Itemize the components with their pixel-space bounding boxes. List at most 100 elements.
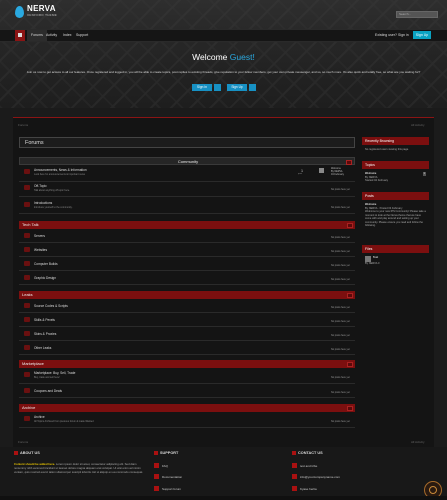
forum-desc: Look here for announcements & important …	[34, 173, 85, 176]
forum-icon	[24, 169, 30, 174]
forum-row[interactable]: Source Codes & Scripts No posts here yet	[19, 301, 355, 313]
forum-icon	[24, 317, 30, 322]
forum-name[interactable]: Archive	[34, 415, 45, 419]
forum-row[interactable]: Coupons and Deals No posts here yet	[19, 386, 355, 398]
category-header-tech-talk[interactable]: Tech Talk	[19, 221, 355, 229]
hero-sign-in-button[interactable]: Sign In	[192, 84, 212, 91]
tab-activity[interactable]: Activity	[46, 33, 57, 37]
forum-name[interactable]: Graphic Design	[34, 276, 56, 280]
hero-sign-up-button[interactable]: Sign Up	[227, 84, 247, 91]
forum-row[interactable]: Other Leaks No posts here yet	[19, 343, 355, 355]
footer-contact-item[interactable]: info@yourcompanyname.com	[292, 474, 340, 479]
forum-row[interactable]: Marketplace: Buy, Sell, Trade Buy, trade …	[19, 370, 355, 384]
footer-about: ABOUT US	[14, 451, 40, 455]
widget-body[interactable]: Welcome By NERVA · Posted 04 February Welc…	[362, 200, 429, 231]
forum-name[interactable]: Other Leaks	[34, 346, 51, 350]
forum-desc: Buy, trade and sell here!	[34, 376, 60, 379]
forum-icon	[24, 247, 30, 252]
tab-index[interactable]: Index	[63, 33, 72, 37]
hero-sign-up-alt-icon[interactable]	[249, 84, 256, 91]
footer-link-faq[interactable]: FAQ	[154, 463, 168, 468]
forum-row[interactable]: Servers No posts here yet	[19, 231, 355, 243]
location-icon	[292, 486, 297, 491]
activity-link-bottom[interactable]: All Activity	[411, 440, 425, 444]
forum-row[interactable]: Computer Builds No posts here yet	[19, 259, 355, 271]
forum-icon	[24, 261, 30, 266]
forum-row[interactable]: Announcements, News & Information Look h…	[19, 167, 355, 182]
forum-name[interactable]: Introductions	[34, 201, 52, 205]
sign-up-button[interactable]: Sign Up	[413, 31, 431, 39]
category-header-community[interactable]: Community	[19, 157, 355, 165]
forum-name[interactable]: Skills & Pexels	[34, 318, 55, 322]
support-icon	[154, 451, 158, 455]
forum-row[interactable]: Introductions Introduce yourself to the …	[19, 200, 355, 214]
forum-row[interactable]: Archive All Topics Archived from previous…	[19, 414, 355, 428]
activity-link-top[interactable]: All Activity	[411, 123, 425, 127]
forum-name[interactable]: Off-Topic	[34, 184, 47, 188]
files-widget: Files Test By NERVA 0	[362, 245, 429, 269]
forum-icon	[24, 372, 30, 377]
forum-row[interactable]: Skills & Pexels No posts here yet	[19, 315, 355, 327]
hero-sign-in-alt-icon[interactable]	[214, 84, 221, 91]
footer-link-support[interactable]: Support forum	[154, 486, 181, 491]
collapse-icon[interactable]	[347, 406, 353, 411]
forum-icon	[24, 331, 30, 336]
widget-title: Recently Browsing	[362, 137, 429, 145]
collapse-icon[interactable]	[346, 160, 352, 165]
widget-body[interactable]: Welcome 1 By NERVA Started 04 February	[362, 169, 429, 186]
forum-row[interactable]: Graphic Design No posts here yet	[19, 273, 355, 285]
collapse-icon[interactable]	[347, 362, 353, 367]
top-navbar: Forums Activity Index Support Existing u…	[0, 29, 447, 42]
search-input[interactable]: Search...	[396, 11, 438, 18]
category-header-marketplace[interactable]: Marketplace	[19, 360, 355, 368]
forum-name[interactable]: Servers	[34, 234, 45, 238]
sign-in-link[interactable]: Existing user? Sign in	[375, 33, 409, 37]
post-count-label: post	[298, 173, 303, 175]
widget-body[interactable]: Test By NERVA 0	[362, 253, 429, 269]
avatar[interactable]	[319, 168, 324, 173]
no-posts: No posts here yet	[331, 334, 350, 337]
breadcrumb-top[interactable]: Forums	[18, 123, 28, 127]
no-posts: No posts here yet	[331, 391, 350, 394]
forum-row[interactable]: Skins & Proxies No posts here yet	[19, 329, 355, 341]
footer-contact-item[interactable]: Kyase herita	[292, 486, 317, 491]
forum-name[interactable]: Websites	[34, 248, 47, 252]
footer-link-docs[interactable]: Documentation	[154, 474, 182, 479]
last-post[interactable]: Welcome By NERVA 04 February	[331, 167, 344, 176]
logo[interactable]: NERVA XENFORO THEME	[15, 5, 57, 19]
forum-name[interactable]: Computer Builds	[34, 262, 58, 266]
topics-widget: Topics Welcome 1 By NERVA Started 04 Februa…	[362, 161, 429, 186]
forum-name[interactable]: Coupons and Deals	[34, 389, 62, 393]
forum-row[interactable]: Websites No posts here yet	[19, 245, 355, 257]
droplet-icon	[15, 6, 24, 18]
no-posts: No posts here yet	[331, 188, 350, 191]
forum-name[interactable]: Source Codes & Scripts	[34, 304, 68, 308]
breadcrumb-bottom[interactable]: Forums	[18, 440, 28, 444]
book-icon	[154, 474, 159, 479]
footer-contact-item[interactable]: text and tribe	[292, 463, 317, 468]
forum-name[interactable]: Skins & Proxies	[34, 332, 56, 336]
home-icon[interactable]	[15, 30, 25, 41]
forum-desc: All Topics Archived from previous forum …	[34, 420, 94, 423]
posts-widget: Posts Welcome By NERVA · Posted 04 Februa…	[362, 192, 429, 231]
forum-row[interactable]: Off-Topic Talk about anything off-topic …	[19, 183, 355, 197]
tab-forums[interactable]: Forums	[27, 30, 47, 41]
tab-support[interactable]: Support	[76, 33, 88, 37]
forum-icon	[24, 416, 30, 421]
phone-icon	[292, 463, 297, 468]
widget-body: No registered users viewing this page.	[365, 148, 409, 151]
no-posts: No posts here yet	[331, 376, 350, 379]
envelope-icon	[292, 451, 296, 455]
forum-name[interactable]: Announcements, News & Information	[34, 168, 87, 172]
footer-about-text: Content should be added here. Lorem ipsu…	[14, 462, 144, 474]
category-header-archive[interactable]: Archive	[19, 404, 355, 412]
brand-name: NERVA XENFORO THEME	[27, 4, 58, 18]
collapse-icon[interactable]	[347, 223, 353, 228]
collapse-icon[interactable]	[347, 293, 353, 298]
forum-desc: Introduce yourself to the community.	[34, 206, 73, 209]
forum-name[interactable]: Marketplace: Buy, Sell, Trade	[34, 371, 75, 375]
no-posts: No posts here yet	[331, 206, 350, 209]
info-icon	[14, 451, 18, 455]
category-header-leaks[interactable]: Leaks	[19, 291, 355, 299]
forum-icon	[24, 345, 30, 350]
